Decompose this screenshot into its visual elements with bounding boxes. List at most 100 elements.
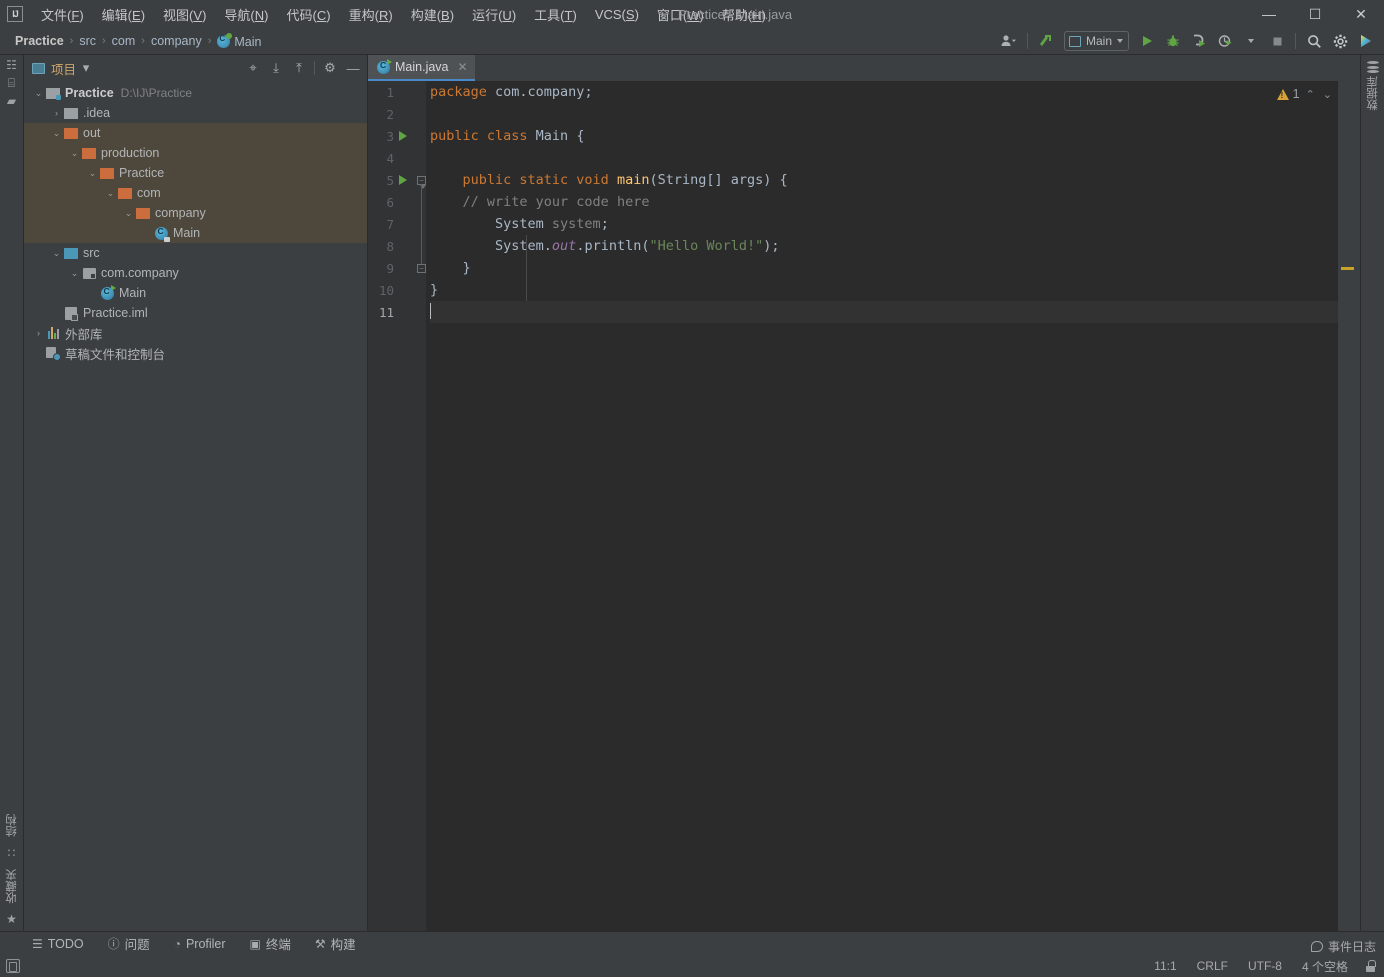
bottom-item-profiler[interactable]: ◔ Profiler	[170, 936, 230, 952]
code-line[interactable]	[430, 147, 1360, 169]
run-button[interactable]	[1135, 30, 1159, 52]
tree-row[interactable]: C Main	[24, 223, 367, 243]
tree-row[interactable]: ⌄ Practice	[24, 163, 367, 183]
menu-edit[interactable]: 编辑(E)	[93, 2, 154, 27]
settings-gear-icon[interactable]: ⚙	[320, 58, 340, 78]
code-line[interactable]	[430, 103, 1360, 125]
code-line[interactable]: public class Main {	[430, 125, 1360, 147]
code-line[interactable]: // write your code here	[430, 191, 1360, 213]
breadcrumb-item-main[interactable]: Main	[212, 32, 266, 50]
project-tool-icon[interactable]: ☷	[6, 59, 17, 71]
structure-tool-label[interactable]: 结构	[4, 814, 20, 837]
expand-all-icon[interactable]: ⤓	[266, 58, 286, 78]
show-tool-windows-icon[interactable]	[6, 959, 20, 973]
chevron-down-icon[interactable]: ⌄	[68, 268, 81, 278]
gutter-line[interactable]: 6	[368, 191, 426, 213]
editor-marker-bar[interactable]	[1338, 81, 1360, 931]
debug-button[interactable]	[1161, 30, 1185, 52]
menu-build[interactable]: 构建(B)	[402, 2, 463, 27]
fold-close-icon[interactable]: −	[417, 263, 426, 273]
breadcrumb-item-company[interactable]: company	[146, 33, 207, 49]
hide-panel-icon[interactable]: —	[343, 58, 363, 78]
profile-dropdown-caret[interactable]	[1239, 30, 1263, 52]
gutter-line[interactable]: 2	[368, 103, 426, 125]
run-configuration-selector[interactable]: Main	[1063, 31, 1129, 51]
tree-row[interactable]: ⌄ company	[24, 203, 367, 223]
menu-tools[interactable]: 工具(T)	[525, 2, 586, 27]
search-everywhere-icon[interactable]	[1302, 30, 1326, 52]
menu-code[interactable]: 代码(C)	[278, 2, 340, 27]
gutter-line[interactable]: 9−	[368, 257, 426, 279]
bottom-item-problems[interactable]: ⓘ 问题	[104, 933, 154, 954]
chevron-down-icon[interactable]: ⌄	[122, 208, 135, 218]
tree-row[interactable]: 草稿文件和控制台	[24, 343, 367, 363]
collapse-all-icon[interactable]: ⤒	[289, 58, 309, 78]
menu-refactor[interactable]: 重构(R)	[340, 2, 402, 27]
settings-gear-icon[interactable]	[1328, 30, 1352, 52]
chevron-down-icon[interactable]: ⌄	[68, 148, 81, 158]
tree-row[interactable]: Practice.iml	[24, 303, 367, 323]
ide-helper-icon[interactable]	[1354, 30, 1378, 52]
chevron-down-icon[interactable]: ⌄	[32, 88, 45, 98]
commit-tool-icon[interactable]: ⌸	[8, 77, 15, 89]
chevron-down-icon[interactable]: ⌄	[50, 128, 63, 138]
gutter-line[interactable]: 4	[368, 147, 426, 169]
menu-window[interactable]: 窗口(W)	[648, 2, 713, 27]
bottom-item-todo[interactable]: ☰ TODO	[28, 936, 88, 952]
file-encoding[interactable]: UTF-8	[1245, 958, 1285, 974]
project-tree[interactable]: ⌄ Practice D:\IJ\Practice › .idea ⌄ out ⌄ produc…	[24, 81, 367, 931]
next-problem-icon[interactable]: ⌄	[1321, 88, 1334, 101]
maximize-button[interactable]: ☐	[1292, 0, 1338, 28]
run-with-coverage-button[interactable]	[1187, 30, 1211, 52]
bottom-item-build[interactable]: ⚒ 构建	[311, 933, 360, 954]
warning-marker[interactable]	[1341, 267, 1354, 270]
code-line[interactable]	[430, 301, 1360, 323]
code-line[interactable]: }	[430, 279, 1360, 301]
code-line[interactable]: System.out.println("Hello World!");	[430, 235, 1360, 257]
tree-row[interactable]: ⌄ src	[24, 243, 367, 263]
stop-button[interactable]	[1265, 30, 1289, 52]
caret-position[interactable]: 11:1	[1151, 958, 1179, 974]
tree-row[interactable]: ⌄ Practice D:\IJ\Practice	[24, 83, 367, 103]
menu-help[interactable]: 帮助(H)	[713, 2, 775, 27]
minimize-button[interactable]: —	[1246, 0, 1292, 28]
tree-row[interactable]: ⌄ out	[24, 123, 367, 143]
favorites-tool-label[interactable]: 收藏夹	[4, 869, 20, 904]
chevron-right-icon[interactable]: ›	[32, 328, 45, 338]
inspection-widget[interactable]: 1 ⌃ ⌄	[1276, 87, 1334, 101]
breadcrumb-item-project[interactable]: Practice	[10, 33, 69, 49]
event-log-widget[interactable]: 事件日志	[1310, 938, 1376, 955]
run-gutter-icon[interactable]	[399, 131, 407, 141]
structure-tool-icon[interactable]: ∷	[8, 847, 16, 859]
database-icon[interactable]	[1366, 61, 1379, 73]
gutter-line[interactable]: 8	[368, 235, 426, 257]
run-gutter-icon[interactable]	[399, 175, 407, 185]
menu-file[interactable]: 文件(F)	[32, 2, 93, 27]
gutter-line[interactable]: 3	[368, 125, 426, 147]
gutter-line[interactable]: 11	[368, 301, 426, 323]
tree-row[interactable]: ⌄ production	[24, 143, 367, 163]
line-separator[interactable]: CRLF	[1194, 958, 1231, 974]
bottom-item-terminal[interactable]: ▣ 终端	[246, 933, 295, 954]
code-line[interactable]: }	[430, 257, 1360, 279]
gutter-line[interactable]: 1	[368, 81, 426, 103]
menu-navigate[interactable]: 导航(N)	[215, 2, 277, 27]
chevron-down-icon[interactable]: ⌄	[86, 168, 99, 178]
gutter-line[interactable]: 5−	[368, 169, 426, 191]
code-line[interactable]: public static void main(String[] args) {	[430, 169, 1360, 191]
code-line[interactable]: System system;	[430, 213, 1360, 235]
close-button[interactable]: ✕	[1338, 0, 1384, 28]
code-line[interactable]: package com.company;	[430, 81, 1360, 103]
breadcrumb-item-src[interactable]: src	[74, 33, 101, 49]
chevron-down-icon[interactable]: ⌄	[104, 188, 117, 198]
project-view-dropdown-caret[interactable]: ▾	[76, 58, 96, 78]
code-content[interactable]: package com.company; public class Main {…	[426, 81, 1360, 931]
menu-run[interactable]: 运行(U)	[463, 2, 525, 27]
indent-setting[interactable]: 4 个空格	[1299, 957, 1351, 976]
user-avatar-icon[interactable]	[997, 30, 1021, 52]
previous-problem-icon[interactable]: ⌃	[1304, 88, 1317, 101]
database-tool-label[interactable]: 数据库	[1365, 76, 1381, 111]
lock-icon[interactable]	[1365, 960, 1376, 972]
chevron-down-icon[interactable]: ⌄	[50, 248, 63, 258]
tree-row[interactable]: ⌄ com.company	[24, 263, 367, 283]
